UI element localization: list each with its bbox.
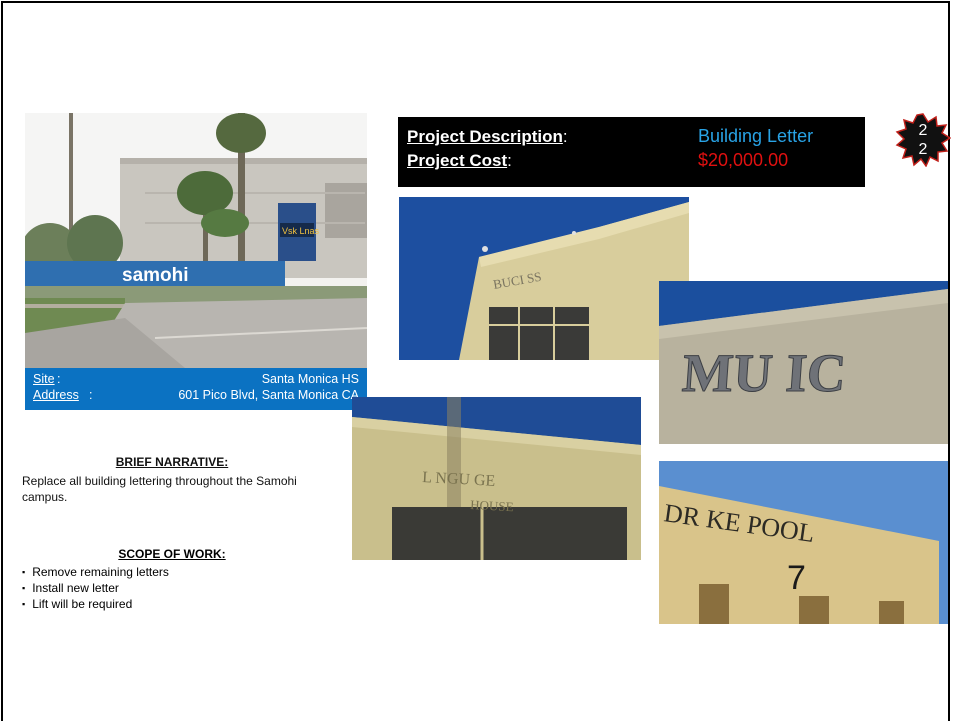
- cost-value: $20,000.00: [698, 150, 789, 170]
- cost-label-row: Project Cost:: [407, 151, 512, 171]
- scope-list: Remove remaining letters Install new let…: [22, 565, 169, 613]
- site-row: Site: Santa Monica HS: [33, 372, 359, 388]
- campus-photo: Vsk Lnas samohi: [25, 113, 367, 368]
- badge-line-1: 2: [918, 122, 928, 139]
- scope-item: Lift will be required: [22, 597, 169, 613]
- samohi-wall-sign: samohi: [122, 265, 189, 286]
- brief-narrative: BRIEF NARRATIVE: Replace all building le…: [22, 455, 352, 505]
- narrative-heading: BRIEF NARRATIVE:: [115, 455, 229, 469]
- site-label: Site: [33, 372, 55, 386]
- bucs-letters-photo: BUCI SS: [399, 197, 689, 360]
- cost-label: Project Cost: [407, 151, 508, 170]
- language-house-letters-photo: L NGU GE HOUSE: [352, 397, 641, 560]
- address-label: Address: [33, 388, 79, 402]
- drake-pool-letters-photo: DR KE POOL 7: [659, 461, 948, 624]
- description-colon: :: [562, 127, 568, 146]
- site-info-box: Site: Santa Monica HS Address: 601 Pico …: [25, 368, 367, 410]
- description-label: Project Description: [407, 127, 563, 146]
- project-header: Project Description: Project Cost: Build…: [398, 117, 865, 187]
- narrative-text: Replace all building lettering throughou…: [22, 474, 297, 504]
- scope-item: Install new letter: [22, 581, 169, 597]
- marquee-text: Vsk Lnas: [282, 226, 320, 236]
- scope-item: Remove remaining letters: [22, 565, 169, 581]
- house-letters: HOUSE: [470, 497, 514, 514]
- address-value: 601 Pico Blvd, Santa Monica CA: [178, 388, 359, 402]
- badge-line-2: 2: [918, 141, 928, 158]
- music-letters: MU IC: [680, 343, 848, 403]
- page-number-badge: 2 2: [895, 113, 952, 168]
- music-letters-photo: MU IC: [659, 281, 948, 444]
- site-value: Santa Monica HS: [261, 372, 359, 386]
- description-value: Building Letter: [698, 126, 814, 146]
- site-colon: :: [57, 372, 61, 386]
- description-label-row: Project Description:: [407, 127, 568, 147]
- drake-number: 7: [787, 559, 806, 597]
- scope-heading: SCOPE OF WORK:: [118, 547, 226, 561]
- cost-colon: :: [507, 151, 512, 170]
- address-colon: :: [89, 388, 93, 402]
- address-row: Address: 601 Pico Blvd, Santa Monica CA: [33, 388, 359, 404]
